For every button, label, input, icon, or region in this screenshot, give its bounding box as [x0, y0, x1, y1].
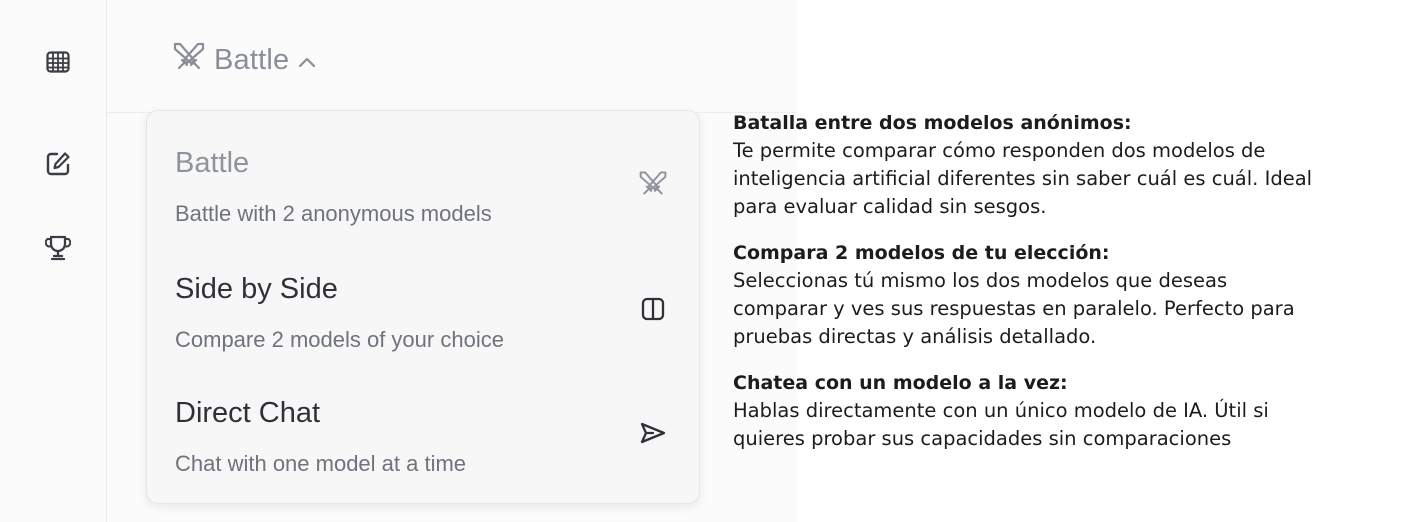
note-battle: Batalla entre dos modelos anónimos: Te p…: [733, 109, 1405, 221]
mode-option-title: Battle: [175, 147, 250, 179]
mode-option-subtitle: Chat with one model at a time: [175, 451, 467, 476]
mode-option-battle[interactable]: Battle Battle with 2 anonymous models: [147, 111, 699, 231]
note-heading: Batalla entre dos modelos anónimos:: [733, 112, 1132, 134]
note-line: Te permite comparar cómo responden dos m…: [733, 139, 1266, 162]
mode-option-direct-chat[interactable]: Direct Chat Chat with one model at a tim…: [147, 361, 699, 481]
mode-option-title: Side by Side: [175, 273, 338, 305]
note-direct-chat: Chatea con un modelo a la vez: Hablas di…: [733, 369, 1405, 453]
note-heading: Chatea con un modelo a la vez:: [733, 372, 1068, 394]
note-line: quieres probar sus capacidades sin compa…: [733, 427, 1232, 450]
chevron-up-icon: [297, 44, 317, 77]
leaderboard-icon[interactable]: [38, 42, 78, 82]
trophy-icon[interactable]: [38, 228, 78, 268]
note-side-by-side: Compara 2 modelos de tu elección: Selecc…: [733, 239, 1405, 351]
mode-option-title: Direct Chat: [175, 397, 321, 429]
note-line: para evaluar calidad sin sesgos.: [733, 195, 1047, 218]
note-line: Seleccionas tú mismo los dos modelos que…: [733, 269, 1228, 292]
crossed-swords-icon: [172, 41, 206, 79]
mode-explanations: Batalla entre dos modelos anónimos: Te p…: [733, 109, 1405, 471]
note-line: Hablas directamente con un único modelo …: [733, 399, 1269, 422]
note-line: comparar y ves sus respuestas en paralel…: [733, 297, 1295, 320]
mode-dropdown-menu: Battle Battle with 2 anonymous models Si…: [146, 110, 700, 504]
mode-option-subtitle: Compare 2 models of your choice: [175, 327, 504, 352]
mode-option-subtitle: Battle with 2 anonymous models: [175, 201, 492, 226]
new-chat-icon[interactable]: [38, 144, 78, 184]
sidebar-rail: [0, 0, 107, 522]
note-line: pruebas directas y análisis detallado.: [733, 325, 1097, 348]
send-icon: [637, 417, 669, 449]
note-line: inteligencia artificial diferentes sin s…: [733, 167, 1313, 190]
mode-selector-label: Battle: [214, 43, 290, 76]
split-columns-icon: [637, 293, 669, 325]
mode-selector-button[interactable]: Battle: [172, 38, 317, 82]
mode-option-side-by-side[interactable]: Side by Side Compare 2 models of your ch…: [147, 237, 699, 357]
crossed-swords-icon: [637, 167, 669, 199]
note-heading: Compara 2 modelos de tu elección:: [733, 242, 1110, 264]
